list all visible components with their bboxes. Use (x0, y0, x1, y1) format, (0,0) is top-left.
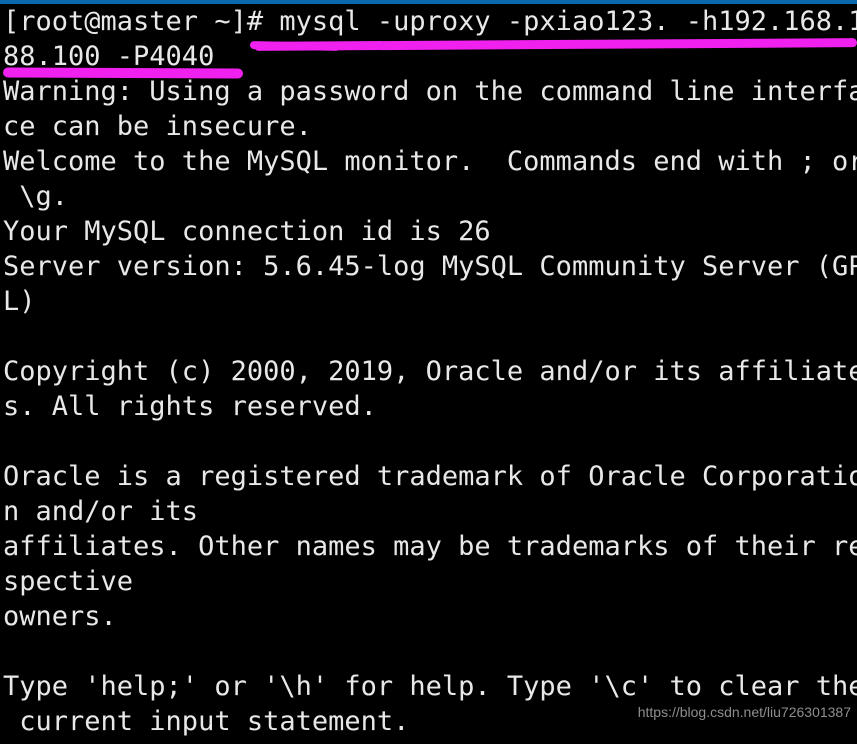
terminal-line: L) (3, 286, 36, 317)
terminal-line: [root@master ~]# mysql -uproxy -pxiao123… (3, 6, 857, 37)
terminal-window[interactable]: [root@master ~]# mysql -uproxy -pxiao123… (0, 0, 857, 744)
terminal-line: \g. (3, 181, 69, 212)
terminal-line: s. All rights reserved. (3, 391, 377, 422)
watermark-url: https://blog.csdn.net/liu726301387 (637, 704, 851, 720)
terminal-line: ce can be insecure. (3, 111, 312, 142)
terminal-line: Type 'help;' or '\h' for help. Type '\c'… (3, 671, 857, 702)
terminal-line: Copyright (c) 2000, 2019, Oracle and/or … (3, 356, 857, 387)
terminal-line: 88.100 -P4040 (3, 41, 215, 72)
terminal-line: owners. (3, 601, 117, 632)
terminal-line: Warning: Using a password on the command… (3, 76, 857, 107)
terminal-line: spective (3, 566, 134, 597)
terminal-line: n and/or its (3, 496, 199, 527)
terminal-screen[interactable]: [root@master ~]# mysql -uproxy -pxiao123… (0, 4, 857, 744)
terminal-line: Welcome to the MySQL monitor. Commands e… (3, 146, 857, 177)
terminal-line: Your MySQL connection id is 26 (3, 216, 491, 247)
terminal-line: Oracle is a registered trademark of Orac… (3, 461, 857, 492)
terminal-line: Server version: 5.6.45-log MySQL Communi… (3, 251, 857, 282)
terminal-line: affiliates. Other names may be trademark… (3, 531, 857, 562)
